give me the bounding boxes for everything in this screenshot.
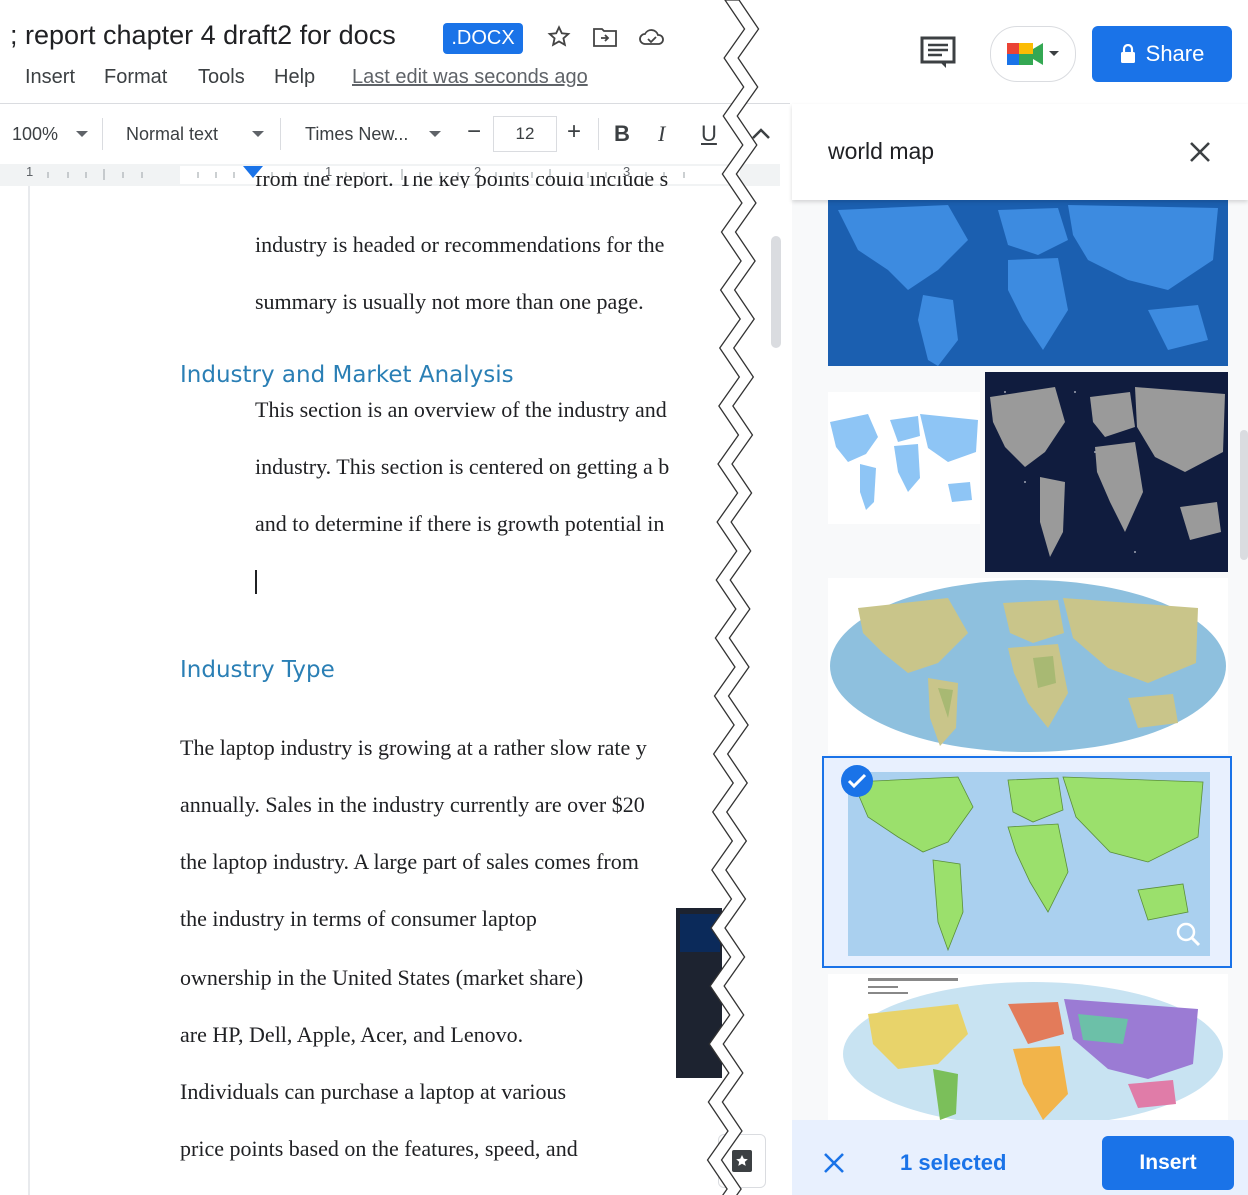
chevron-down-icon[interactable] — [76, 131, 88, 137]
search-result-image-selected[interactable] — [822, 756, 1232, 968]
document-text-line: This section is an overview of the indus… — [255, 397, 667, 422]
world-map-physical — [830, 580, 1226, 752]
paragraph-style-select[interactable]: Normal text — [126, 124, 218, 145]
search-result-image[interactable] — [828, 974, 1228, 1120]
cloud-status-icon[interactable] — [638, 26, 666, 48]
world-map-light-blue — [830, 414, 978, 510]
document-text-line: The laptop industry is growing at a rath… — [180, 735, 647, 760]
chevron-down-icon[interactable] — [252, 131, 264, 137]
check-icon — [841, 765, 873, 797]
document-text-line: annually. Sales in the industry currentl… — [180, 792, 645, 817]
panel-scrollbar[interactable] — [1240, 430, 1248, 560]
menu-help[interactable]: Help — [274, 66, 315, 89]
menu-insert[interactable]: Insert — [25, 66, 75, 89]
zoom-select[interactable]: 100% — [12, 124, 58, 145]
text-cursor — [255, 570, 257, 594]
menu-format[interactable]: Format — [104, 66, 167, 89]
world-map-starry — [985, 372, 1228, 572]
document-text-line: industry is headed or recommendations fo… — [255, 232, 665, 257]
share-button[interactable]: Share — [1092, 26, 1232, 82]
world-map-green — [848, 772, 1210, 956]
bold-button[interactable]: B — [614, 121, 630, 147]
clear-selection-icon[interactable] — [822, 1151, 846, 1175]
document-text-line: from the report. The key points could in… — [255, 176, 668, 188]
font-size-value: 12 — [515, 124, 535, 143]
document-text-line: ownership in the United States (market s… — [180, 965, 584, 990]
search-result-image[interactable] — [828, 200, 1228, 366]
last-edit-link[interactable]: Last edit was seconds ago — [352, 66, 588, 89]
world-map-political — [843, 978, 1223, 1120]
search-result-image[interactable] — [828, 578, 1228, 754]
partial-line-clip: from the report. The key points could in… — [255, 176, 715, 188]
document-title[interactable]: ; report chapter 4 draft2 for docs — [10, 20, 396, 51]
toolbar-separator — [280, 118, 281, 150]
font-size-input[interactable]: 12 — [493, 116, 557, 152]
share-label: Share — [1145, 41, 1205, 66]
page-edge — [28, 186, 30, 1195]
meet-icon — [1007, 43, 1059, 65]
document-text-line: the laptop industry. A large part of sal… — [180, 849, 639, 874]
docx-badge: .DOCX — [443, 23, 523, 54]
lock-icon — [1120, 44, 1135, 63]
insert-button[interactable]: Insert — [1102, 1136, 1234, 1190]
comment-icon[interactable] — [918, 34, 958, 70]
font-family-select[interactable]: Times New... — [305, 124, 408, 145]
insert-label: Insert — [1139, 1151, 1197, 1174]
document-text-line: price points based on the features, spee… — [180, 1136, 578, 1161]
close-icon[interactable] — [1188, 140, 1212, 164]
search-result-image[interactable] — [985, 372, 1228, 572]
menu-tools[interactable]: Tools — [198, 66, 245, 89]
italic-button[interactable]: I — [658, 121, 665, 147]
world-map-blue — [828, 200, 1228, 366]
document-text-line: are HP, Dell, Apple, Acer, and Lenovo. — [180, 1022, 524, 1047]
toolbar-separator — [598, 118, 599, 150]
ruler-number: 1 — [26, 164, 34, 179]
move-to-folder-icon[interactable] — [592, 25, 618, 49]
search-result-image[interactable] — [828, 392, 980, 524]
increase-font-size-button[interactable]: + — [567, 118, 581, 146]
torn-edge-divider — [706, 0, 760, 1195]
image-search-input[interactable]: world map — [828, 138, 934, 165]
decrease-font-size-button[interactable]: − — [467, 118, 481, 146]
document-text-line: and to determine if there is growth pote… — [255, 511, 665, 536]
heading-industry-type: Industry Type — [180, 657, 335, 683]
meet-button[interactable] — [990, 26, 1076, 82]
star-icon[interactable] — [546, 24, 572, 50]
heading-industry-market-analysis: Industry and Market Analysis — [180, 362, 514, 388]
document-text-line: summary is usually not more than one pag… — [255, 289, 644, 314]
document-text-line: industry. This section is centered on ge… — [255, 454, 670, 479]
zoom-icon[interactable] — [1174, 920, 1202, 948]
toolbar-separator — [102, 118, 103, 150]
document-text-line: Individuals can purchase a laptop at var… — [180, 1079, 567, 1104]
selected-count: 1 selected — [900, 1150, 1007, 1175]
toolbar-divider — [0, 103, 790, 104]
chevron-down-icon[interactable] — [429, 131, 441, 137]
document-text-line: the industry in terms of consumer laptop — [180, 906, 537, 931]
